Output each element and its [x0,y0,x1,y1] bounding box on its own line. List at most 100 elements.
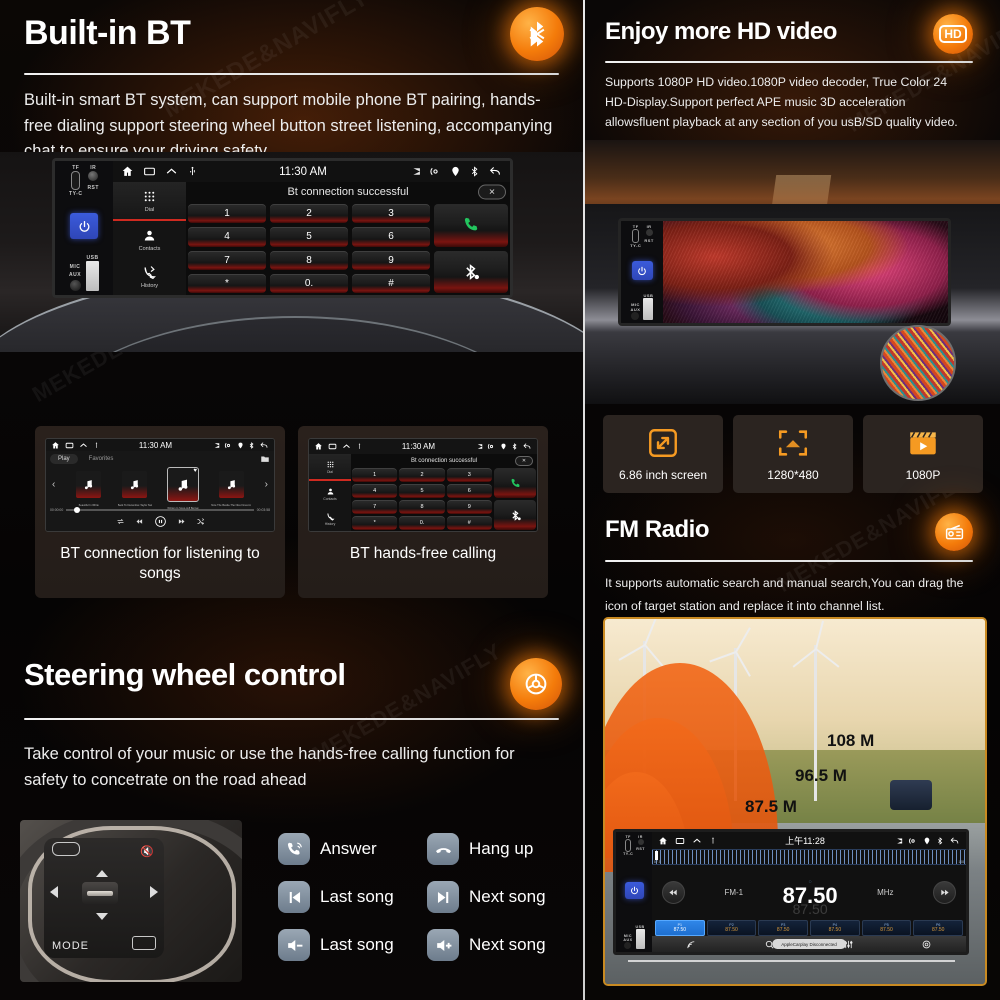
back-arrow-icon[interactable] [949,836,960,846]
dial-key[interactable]: 4 [188,227,266,247]
scale-cursor[interactable] [655,851,658,860]
sidebar-item-contacts[interactable]: Contacts [113,221,186,258]
progress-bar[interactable] [66,507,254,513]
preset-button[interactable]: P4 87.50 [810,920,860,936]
dial-key[interactable]: 1 [352,468,398,482]
preset-button[interactable]: P2 87.50 [706,920,757,936]
wifi-icon[interactable] [429,165,442,178]
signal-icon[interactable] [686,939,697,950]
dial-key[interactable]: 8 [399,500,445,514]
frequency-scale[interactable]: 87.5 108 [652,849,966,865]
function-volume-up[interactable]: Next song [427,929,558,961]
dial-key[interactable]: 6 [352,227,430,247]
wifi-icon[interactable] [224,441,233,450]
wifi-icon[interactable] [908,836,918,846]
prev-page-icon[interactable]: ‹ [52,479,55,490]
dial-key[interactable]: 2 [270,204,348,224]
backspace-icon[interactable]: ✕ [478,184,506,200]
wifi-icon[interactable] [487,442,496,451]
function-last-song[interactable]: Last song [278,881,409,913]
location-pin-icon[interactable] [237,441,244,450]
dial-key[interactable]: * [352,516,398,530]
power-button[interactable] [70,213,98,239]
function-volume-down[interactable]: Last song [278,929,409,961]
usb-icon[interactable] [356,442,363,451]
preset-button[interactable]: P3 87.50 [758,920,809,936]
album-tile[interactable]: Nice The Bestle-The Nice Finest Album Co… [211,471,251,507]
source-button[interactable] [132,936,156,950]
function-answer[interactable]: Answer [278,833,409,865]
home-icon[interactable] [121,165,134,178]
power-button[interactable] [631,261,653,280]
dial-key[interactable]: 7 [352,500,398,514]
call-button[interactable] [494,468,536,498]
location-pin-icon[interactable] [923,836,931,846]
cast-icon[interactable] [893,836,903,846]
bluetooth-icon[interactable] [248,441,255,450]
sidebar-item-contacts[interactable]: Contacts [309,481,351,506]
down-arrow-button[interactable] [96,913,108,920]
progress-knob[interactable] [73,507,80,513]
dial-key[interactable]: # [352,273,430,293]
preset-button[interactable]: P6 87.50 [913,920,964,936]
phone-button[interactable] [52,842,80,856]
folder-icon[interactable] [260,454,270,464]
rocker-switch[interactable] [82,882,118,904]
dial-key[interactable]: 5 [399,484,445,498]
back-arrow-icon[interactable] [259,441,269,450]
next-page-icon[interactable]: › [265,479,268,490]
function-next-song[interactable]: Next song [427,881,558,913]
dial-key[interactable]: 9 [352,250,430,270]
forward-icon[interactable] [933,881,956,904]
tab-play[interactable]: Play [50,454,78,464]
chevron-up-icon[interactable] [692,836,702,846]
cast-icon[interactable] [408,165,421,178]
preset-button[interactable]: P5 87.50 [861,920,912,936]
bluetooth-icon[interactable] [469,165,480,178]
album-tile[interactable]: Beautiful In White [76,471,102,507]
mute-button[interactable]: 🔇 [140,846,154,858]
up-arrow-button[interactable] [96,870,108,877]
cast-icon[interactable] [474,442,483,451]
dial-key[interactable]: 9 [446,500,492,514]
right-arrow-button[interactable] [150,886,158,898]
dial-key[interactable]: * [188,273,266,293]
back-arrow-icon[interactable] [522,442,532,451]
location-pin-icon[interactable] [450,165,461,178]
left-arrow-button[interactable] [50,886,58,898]
cast-icon[interactable] [211,441,220,450]
location-pin-icon[interactable] [500,442,507,451]
rewind-icon[interactable] [662,881,685,904]
usb-icon[interactable] [93,441,100,450]
dial-key[interactable]: 3 [446,468,492,482]
shuffle-icon[interactable] [196,517,205,526]
dial-key[interactable]: 0. [399,516,445,530]
dial-key[interactable]: 4 [352,484,398,498]
bluetooth-icon[interactable] [936,836,944,846]
chevron-up-icon[interactable] [79,441,88,450]
dial-key[interactable]: 2 [399,468,445,482]
sidebar-item-history[interactable]: History [113,258,186,295]
tab-favorites[interactable]: Favorites [83,454,120,464]
power-button[interactable] [624,882,644,899]
chevron-up-icon[interactable] [165,165,178,178]
sidebar-item-dial[interactable]: Dial [113,182,186,221]
call-button[interactable] [434,204,508,247]
sidebar-item-history[interactable]: History [309,506,351,531]
home-icon[interactable] [51,441,60,450]
next-icon[interactable] [177,517,186,526]
chevron-up-icon[interactable] [342,442,351,451]
usb-icon[interactable] [187,165,198,178]
dial-key[interactable]: 1 [188,204,266,224]
previous-icon[interactable] [135,517,144,526]
bluetooth-icon[interactable] [511,442,518,451]
apps-icon[interactable] [328,442,337,451]
favorite-heart-icon[interactable]: ♥ [193,468,197,474]
dial-key[interactable]: 0. [270,273,348,293]
apps-icon[interactable] [65,441,74,450]
dial-key[interactable]: # [446,516,492,530]
preset-button[interactable]: P1 87.50 [655,920,705,936]
back-arrow-icon[interactable] [488,165,502,178]
backspace-icon[interactable]: ✕ [515,455,533,466]
mode-button-label[interactable]: MODE [52,940,89,952]
